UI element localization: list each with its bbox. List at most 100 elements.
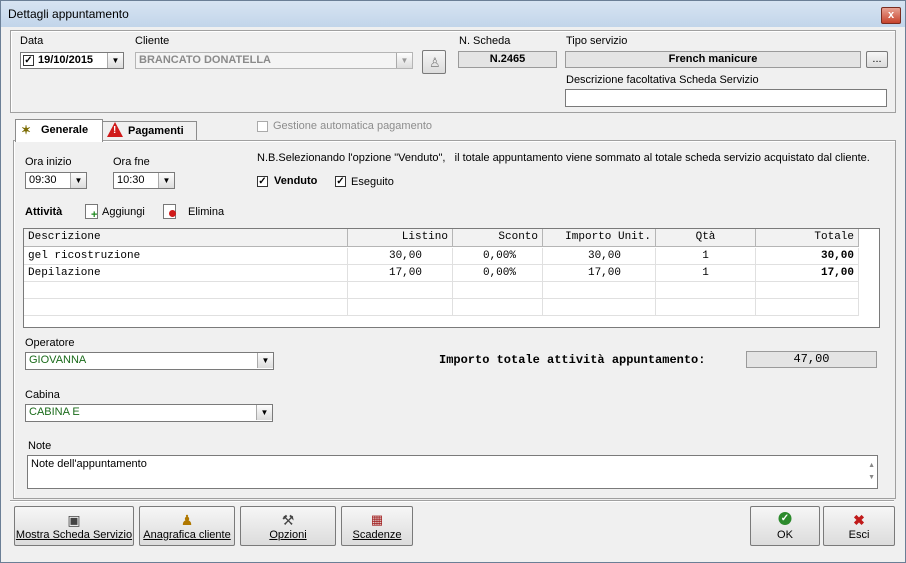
table-row-empty	[24, 282, 348, 299]
table-row-empty	[24, 299, 348, 316]
table-row-1-qta[interactable]: 1	[656, 248, 756, 265]
check-icon: ✓	[778, 512, 792, 525]
anagrafica-label: Anagrafica cliente	[143, 529, 231, 541]
chevron-down-icon[interactable]: ▼	[70, 173, 86, 188]
tab-pagamenti-label: Pagamenti	[128, 125, 184, 137]
window-title: Dettagli appuntamento	[8, 7, 129, 21]
table-row-1-descrizione[interactable]: gel ricostruzione	[24, 248, 348, 265]
note-value: Note dell'appuntamento	[31, 458, 147, 470]
table-row-empty	[756, 299, 859, 316]
table-row-empty	[348, 299, 453, 316]
chevron-down-icon[interactable]: ▼	[158, 173, 174, 188]
venduto-checkbox[interactable]: ✓	[257, 176, 268, 187]
table-row-empty	[543, 299, 656, 316]
mostra-scheda-label: Mostra Scheda Servizio	[15, 529, 133, 541]
chevron-down-icon[interactable]: ▼	[396, 53, 412, 68]
date-picker[interactable]: ✓ 19/10/2015 ▼	[20, 52, 124, 69]
tipo-servizio-label: Tipo servizio	[566, 35, 628, 47]
aggiungi-button[interactable]: Aggiungi	[102, 206, 145, 218]
exit-x-icon: ✖	[853, 512, 865, 528]
scheda-number: N.2465	[458, 51, 557, 68]
title-bar: Dettagli appuntamento x	[1, 1, 905, 27]
eseguito-checkbox[interactable]: ✓	[335, 176, 346, 187]
delete-mark	[169, 210, 176, 217]
table-row-1-listino[interactable]: 30,00	[348, 248, 453, 265]
descrizione-input[interactable]	[565, 89, 887, 107]
column-header-listino[interactable]: Listino	[348, 229, 453, 247]
table-row-empty	[656, 299, 756, 316]
operatore-select[interactable]: GIOVANNA ▼	[25, 352, 274, 370]
calendar-icon: ▦	[370, 512, 384, 527]
cliente-value: BRANCATO DONATELLA	[139, 54, 271, 66]
table-row-2-descrizione[interactable]: Depilazione	[24, 265, 348, 282]
totale-label: Importo totale attività appuntamento:	[439, 353, 706, 367]
esci-button[interactable]: ✖ Esci	[823, 506, 895, 546]
column-header-descrizione[interactable]: Descrizione	[24, 229, 348, 247]
tab-pagamenti[interactable]: ! Pagamenti	[102, 121, 197, 141]
footer-separator	[10, 500, 894, 502]
column-header-qta[interactable]: Qtà	[656, 229, 756, 247]
table-row-empty	[543, 282, 656, 299]
date-value: 19/10/2015	[38, 54, 94, 66]
table-row-empty	[453, 282, 543, 299]
table-row-1-totale[interactable]: 30,00	[756, 248, 859, 265]
client-search-button[interactable]: ♙	[422, 50, 446, 74]
add-plus-mark: +	[91, 209, 98, 221]
operatore-label: Operatore	[25, 337, 75, 349]
elimina-button[interactable]: Elimina	[188, 206, 224, 218]
table-row-1-sconto[interactable]: 0,00%	[453, 248, 543, 265]
chevron-down-icon[interactable]: ▼	[107, 53, 123, 68]
table-row-1-importo[interactable]: 30,00	[543, 248, 656, 265]
ora-inizio-label: Ora inizio	[25, 156, 72, 168]
close-button[interactable]: x	[881, 7, 901, 24]
column-header-totale[interactable]: Totale	[756, 229, 859, 247]
tab-generale[interactable]: ✶ Generale	[15, 119, 103, 142]
descrizione-label: Descrizione facoltativa Scheda Servizio	[566, 74, 759, 86]
table-row-2-listino[interactable]: 17,00	[348, 265, 453, 282]
appointment-dialog: Dettagli appuntamento x Data ✓ 19/10/201…	[0, 0, 906, 563]
note-label: Note	[28, 440, 52, 452]
ok-label: OK	[777, 529, 793, 541]
data-label: Data	[20, 35, 44, 47]
venduto-label: Venduto	[274, 175, 318, 187]
cabina-select[interactable]: CABINA E ▼	[25, 404, 273, 422]
cliente-select[interactable]: BRANCATO DONATELLA ▼	[135, 52, 413, 69]
totale-value: 47,00	[746, 351, 877, 368]
ora-fine-select[interactable]: 10:30 ▼	[113, 172, 175, 189]
mostra-scheda-button[interactable]: ▣ Mostra Scheda Servizio	[14, 506, 134, 546]
person-search-icon: ♙	[429, 55, 441, 70]
warning-mark: !	[113, 125, 117, 136]
activities-table[interactable]: Descrizione Listino Sconto Importo Unit.…	[23, 228, 880, 328]
person-icon: ♟	[180, 512, 194, 528]
ora-inizio-value: 09:30	[29, 174, 57, 186]
tab-generale-label: Generale	[41, 124, 89, 136]
column-header-sconto[interactable]: Sconto	[453, 229, 543, 247]
gestione-checkbox[interactable]	[257, 121, 268, 132]
column-header-importo[interactable]: Importo Unit.	[543, 229, 656, 247]
anagrafica-cliente-button[interactable]: ♟ Anagrafica cliente	[139, 506, 235, 546]
table-row-empty	[453, 299, 543, 316]
table-row-2-importo[interactable]: 17,00	[543, 265, 656, 282]
opzioni-button[interactable]: ⚒ Opzioni	[240, 506, 336, 546]
eseguito-label: Eseguito	[351, 176, 394, 188]
scadenze-button[interactable]: ▦ Scadenze	[341, 506, 413, 546]
note-textarea[interactable]: Note dell'appuntamento ▲ ▼	[27, 455, 878, 489]
tipo-servizio-value: French manicure	[565, 51, 861, 68]
esci-label: Esci	[848, 529, 870, 541]
chevron-down-icon[interactable]: ▼	[257, 353, 273, 368]
table-row-empty	[756, 282, 859, 299]
date-checkbox[interactable]: ✓	[23, 55, 34, 66]
ok-button[interactable]: ✓ OK	[750, 506, 820, 546]
ora-inizio-select[interactable]: 09:30 ▼	[25, 172, 87, 189]
attivita-label: Attività	[25, 206, 63, 218]
table-row-2-sconto[interactable]: 0,00%	[453, 265, 543, 282]
chevron-down-icon[interactable]: ▼	[256, 405, 272, 420]
tools-icon: ⚒	[281, 512, 295, 528]
table-row-2-qta[interactable]: 1	[656, 265, 756, 282]
table-row-2-totale[interactable]: 17,00	[756, 265, 859, 282]
scrollbar-down-icon[interactable]: ▼	[868, 470, 875, 486]
cliente-label: Cliente	[135, 35, 170, 47]
ora-fine-label: Ora fne	[113, 156, 150, 168]
tipo-servizio-browse-button[interactable]: ...	[866, 51, 888, 68]
close-icon: x	[887, 9, 895, 21]
